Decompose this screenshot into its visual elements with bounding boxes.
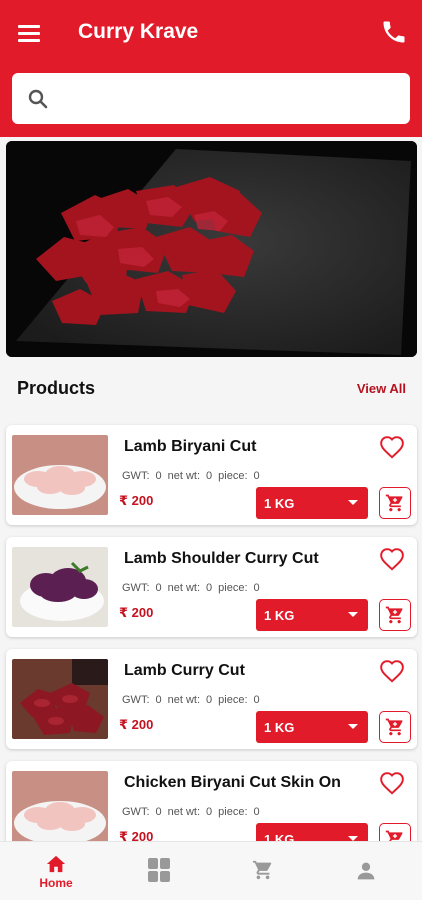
profile-icon: [357, 862, 375, 880]
menu-icon[interactable]: [18, 20, 44, 46]
heart-icon[interactable]: [379, 771, 405, 797]
product-price: ₹ 200: [119, 493, 154, 508]
nav-home[interactable]: Home: [26, 842, 86, 900]
search-bar[interactable]: [12, 73, 410, 124]
cart-icon: [385, 606, 403, 624]
product-weights: GWT: 0 net wt: 0 piece: 0: [122, 694, 260, 706]
heart-icon[interactable]: [379, 547, 405, 573]
dropdown-arrow-icon: [348, 612, 358, 617]
product-weights: GWT: 0 net wt: 0 piece: 0: [122, 806, 260, 818]
product-card[interactable]: Lamb Shoulder Curry Cut GWT: 0 net wt: 0 pie…: [6, 537, 417, 637]
app-header: Curry Krave: [0, 0, 422, 137]
heart-icon[interactable]: [379, 435, 405, 461]
product-image: [12, 659, 108, 739]
quantity-select[interactable]: 1 KG: [256, 711, 368, 743]
heart-icon[interactable]: [379, 659, 405, 685]
nav-cart[interactable]: [233, 842, 293, 900]
product-image: [12, 435, 108, 515]
banner-image[interactable]: [6, 141, 417, 357]
view-all-link[interactable]: View All: [357, 381, 406, 396]
bottom-navigation: Home: [0, 841, 422, 900]
quantity-select[interactable]: 1 KG: [256, 487, 368, 519]
product-image: [12, 771, 108, 851]
add-to-cart-button[interactable]: [379, 487, 411, 519]
grid-icon: [148, 858, 170, 882]
products-heading: Products: [17, 378, 96, 398]
product-name[interactable]: Lamb Shoulder Curry Cut: [124, 550, 319, 568]
search-input[interactable]: [60, 78, 410, 119]
product-weights: GWT: 0 net wt: 0 piece: 0: [122, 470, 260, 482]
product-card[interactable]: Lamb Curry Cut GWT: 0 net wt: 0 piece: 0 ₹ 20…: [6, 649, 417, 749]
cart-icon: [385, 494, 403, 512]
product-name[interactable]: Lamb Curry Cut: [124, 662, 245, 680]
cart-icon: [385, 718, 403, 736]
add-to-cart-button[interactable]: [379, 599, 411, 631]
search-icon: [28, 89, 48, 108]
product-weights: GWT: 0 net wt: 0 piece: 0: [122, 582, 260, 594]
product-card[interactable]: Lamb Biryani Cut GWT: 0 net wt: 0 piece: 0 ₹ …: [6, 425, 417, 525]
phone-icon[interactable]: [380, 18, 408, 46]
dropdown-arrow-icon: [348, 500, 358, 505]
app-title: Curry Krave: [78, 20, 199, 43]
product-name[interactable]: Lamb Biryani Cut: [124, 438, 256, 456]
meat-banner-illustration: [6, 141, 417, 357]
product-price: ₹ 200: [119, 717, 154, 732]
nav-categories[interactable]: [129, 842, 189, 900]
product-image: [12, 547, 108, 627]
cart-icon: [252, 860, 272, 880]
nav-profile[interactable]: [336, 842, 396, 900]
product-name[interactable]: Chicken Biryani Cut Skin On: [124, 774, 341, 792]
app-screen: Curry Krave Products View All Lamb Birya…: [0, 0, 422, 900]
home-icon: [46, 855, 66, 873]
quantity-select[interactable]: 1 KG: [256, 599, 368, 631]
nav-home-label: Home: [39, 876, 73, 890]
product-price: ₹ 200: [119, 605, 154, 620]
dropdown-arrow-icon: [348, 724, 358, 729]
add-to-cart-button[interactable]: [379, 711, 411, 743]
